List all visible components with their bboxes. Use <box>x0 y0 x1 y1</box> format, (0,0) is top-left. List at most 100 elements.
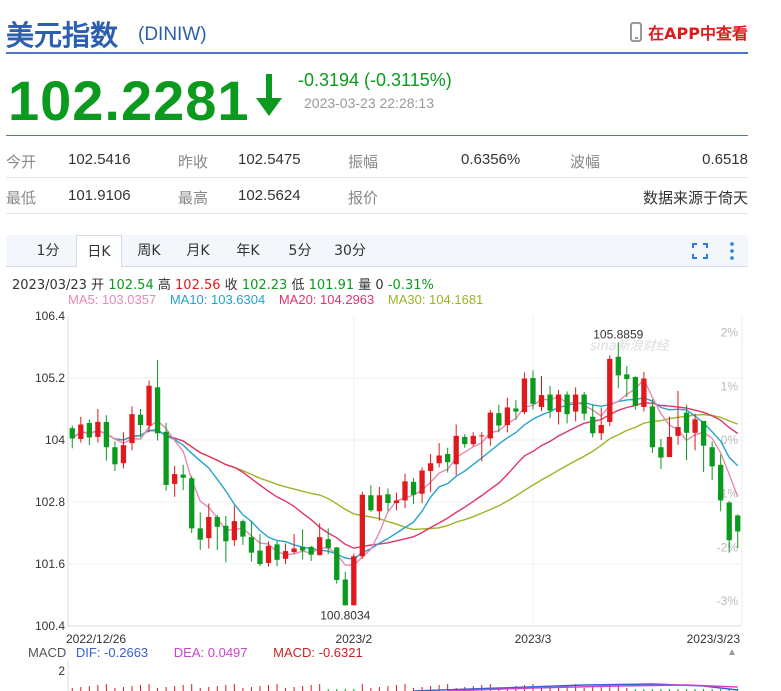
macd-legend: MACD DIF: -0.2663 DEA: 0.0497 MACD: -0.6… <box>28 645 385 660</box>
candle-body <box>419 470 425 494</box>
ohlc-info-line: 2023/03/23 开 102.54 高 102.56 收 102.23 低 … <box>12 274 434 293</box>
candle-body <box>120 445 127 464</box>
y-tick-label: 102.8 <box>35 495 65 509</box>
kline-chart[interactable]: 106.4105.2104102.8101.6100.42%1%0%-1%-2%… <box>0 306 781 646</box>
pct-tick-label: 1% <box>721 379 739 393</box>
tab-monthly[interactable]: 月K <box>176 235 220 267</box>
candle-body <box>607 358 613 422</box>
candle-body <box>453 435 459 465</box>
candle-body <box>231 521 238 541</box>
candle-body <box>163 431 169 485</box>
candle-body <box>564 394 570 415</box>
candle-body <box>393 500 400 504</box>
candle-body <box>547 394 553 411</box>
ohlc-open-label: 开 <box>91 278 105 293</box>
stat-value-amplitude: 0.6356% <box>461 151 521 168</box>
x-tick-label: 2023/2 <box>335 632 372 646</box>
candle-body <box>726 502 732 541</box>
ohlc-open: 102.54 <box>108 278 154 293</box>
fullscreen-icon[interactable] <box>692 243 708 259</box>
candle-body <box>172 474 178 484</box>
candle-body <box>462 436 468 445</box>
candle-body <box>129 414 135 444</box>
candle-body <box>427 463 434 471</box>
candle-body <box>368 495 374 511</box>
candle-body <box>86 422 92 438</box>
candle-body <box>581 394 587 414</box>
tab-weekly[interactable]: 周K <box>128 235 170 267</box>
candle-body <box>590 416 596 434</box>
y-tick-label: 100.4 <box>35 619 65 633</box>
candle-body <box>385 494 391 504</box>
stat-value-range: 0.6518 <box>702 151 748 168</box>
candle-body <box>683 412 690 433</box>
tab-30min[interactable]: 30分 <box>328 235 372 267</box>
candle-body <box>112 447 118 465</box>
ohlc-low: 101.91 <box>308 278 355 293</box>
instrument-code: (DINIW) <box>138 24 207 45</box>
candle-body <box>342 579 348 606</box>
candle-body <box>317 537 323 556</box>
candle-body <box>223 525 229 542</box>
more-options-icon[interactable] <box>730 241 734 261</box>
macd-axis-label: 2 <box>58 664 65 678</box>
candle-body <box>709 447 715 467</box>
x-tick-label: 2023/3/23 <box>687 632 741 646</box>
ma5-legend: MA5: 103.0357 <box>68 292 157 307</box>
collapse-icon[interactable]: ▲ <box>727 647 737 658</box>
macd-chart: 2 <box>58 660 739 691</box>
tab-daily[interactable]: 日K <box>76 235 122 268</box>
ohlc-close-label: 收 <box>224 278 238 293</box>
data-source-note: 数据来源于倚天 <box>642 190 748 207</box>
candle-body <box>470 435 476 445</box>
ohlc-vol: 0 <box>375 278 384 293</box>
stat-label-quote: 报价 <box>348 190 379 207</box>
candle-body <box>479 435 485 437</box>
y-tick-label: 101.6 <box>35 557 65 571</box>
ohlc-pct: -0.31% <box>387 278 434 293</box>
candle-body <box>351 556 357 606</box>
candle-body <box>445 453 451 463</box>
quote-stats-table: 今开 102.5416 昨收 102.5475 振幅 0.6356% 波幅 0.… <box>6 142 748 214</box>
candle-body <box>675 427 681 436</box>
candle-body <box>513 408 519 412</box>
candle-body <box>257 550 263 564</box>
tab-yearly[interactable]: 年K <box>226 235 270 267</box>
candle-body <box>308 546 314 555</box>
min-price-label: 100.8034 <box>320 608 370 622</box>
candle-body <box>282 551 289 559</box>
stat-label-amplitude: 振幅 <box>348 154 379 171</box>
ohlc-high-label: 高 <box>157 278 171 293</box>
tab-5min[interactable]: 5分 <box>280 235 320 267</box>
candle-body <box>666 436 673 458</box>
stat-value-prev-close: 102.5475 <box>238 151 301 168</box>
macd-dea: DEA: 0.0497 <box>173 645 248 660</box>
candle-body <box>137 414 144 426</box>
ma5-line <box>71 378 739 567</box>
candle-body <box>735 515 741 532</box>
stat-value-low: 101.9106 <box>68 187 131 204</box>
tab-1min[interactable]: 1分 <box>28 235 68 267</box>
price-row: 102.2281 -0.3194 (-0.3115%) 2023-03-23 2… <box>6 60 748 136</box>
y-tick-label: 106.4 <box>35 309 65 323</box>
candle-body <box>572 394 579 412</box>
pct-tick-label: -3% <box>717 594 739 608</box>
x-tick-label: 2023/3 <box>515 632 552 646</box>
candle-body <box>325 539 331 548</box>
candle-body <box>248 537 255 553</box>
candle-body <box>146 385 152 426</box>
stat-value-open: 102.5416 <box>68 151 131 168</box>
candle-body <box>615 356 621 376</box>
candle-body <box>78 424 84 439</box>
macd-title: MACD <box>28 645 67 660</box>
candle-body <box>718 464 724 501</box>
ohlc-vol-label: 量 <box>358 278 372 293</box>
candle-body <box>692 419 698 433</box>
stats-row: 最低 101.9106 最高 102.5624 报价 数据来源于倚天 <box>6 178 748 214</box>
candle-body <box>530 378 536 404</box>
candle-body <box>214 516 220 527</box>
candle-body <box>334 547 340 581</box>
candle-body <box>95 421 101 437</box>
open-in-app-link[interactable]: 在APP中查看 <box>630 20 748 44</box>
candle-body <box>521 378 528 413</box>
